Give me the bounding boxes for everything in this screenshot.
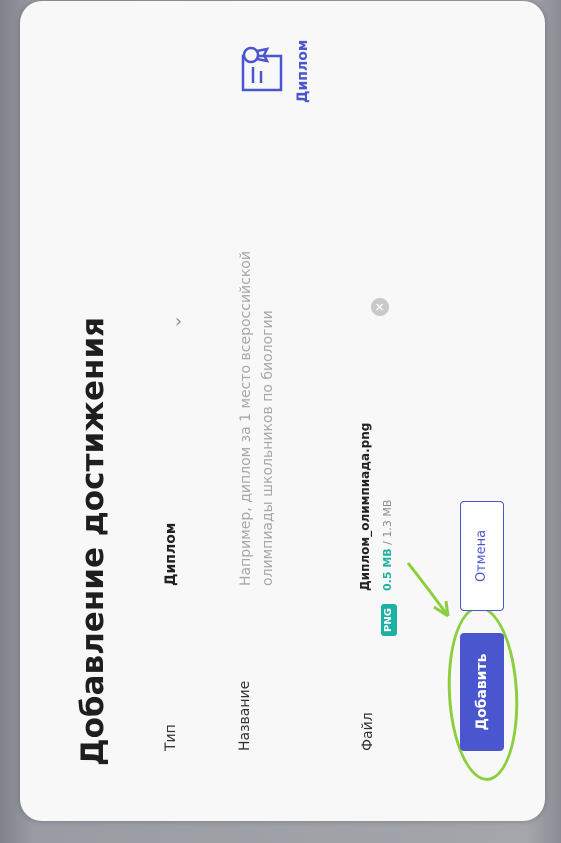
file-size: 0.5 MB / 1.3 MB: [381, 500, 394, 591]
add-button[interactable]: Добавить: [460, 633, 504, 751]
file-size-used: 0.5 MB: [381, 548, 394, 591]
chevron-down-icon[interactable]: ›: [175, 311, 182, 332]
rotated-screen: Добавление достижения Тип Диплом › Назва…: [0, 0, 561, 843]
remove-file-icon[interactable]: ✕: [371, 298, 389, 316]
type-tile-label: Диплом: [295, 39, 311, 103]
file-size-separator: /: [381, 537, 394, 549]
dialog-title: Добавление достижения: [75, 316, 111, 766]
file-size-total: 1.3 MB: [381, 499, 394, 538]
name-label: Название: [237, 680, 253, 751]
file-name: Диплом_олимпиада.png: [358, 422, 372, 591]
add-achievement-dialog: Добавление достижения Тип Диплом › Назва…: [20, 1, 545, 821]
type-select-value[interactable]: Диплом: [163, 523, 179, 586]
name-input[interactable]: Например, диплом за 1 место всероссийско…: [235, 236, 315, 586]
png-badge: PNG: [381, 604, 397, 636]
diploma-icon: [241, 46, 283, 92]
file-label: Файл: [360, 712, 376, 751]
type-label: Тип: [163, 724, 179, 751]
cancel-button[interactable]: Отмена: [460, 501, 504, 611]
attached-file: PNG Диплом_олимпиада.png 0.5 MB / 1.3 MB: [355, 236, 415, 636]
type-tile-diploma[interactable]: Диплом: [235, 1, 345, 121]
